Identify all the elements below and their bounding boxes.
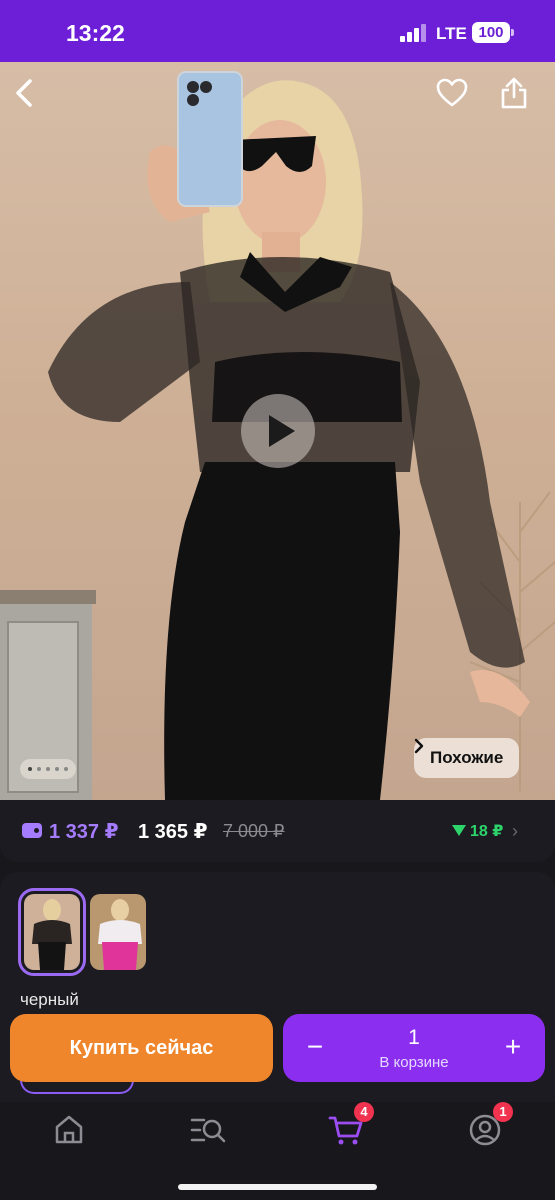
- play-video-button[interactable]: [241, 394, 315, 468]
- selected-color-label: черный: [20, 990, 79, 1009]
- status-bar: 13:22 LTE 100: [0, 0, 555, 62]
- color-thumb-pink[interactable]: [90, 894, 146, 970]
- status-time: 13:22: [66, 20, 125, 46]
- cart-badge: 4: [354, 1102, 374, 1122]
- back-button[interactable]: [12, 78, 56, 122]
- old-price: 7 000 ₽: [223, 821, 285, 841]
- catalog-search-icon: [190, 1118, 226, 1143]
- chevron-right-icon: ›: [512, 821, 518, 841]
- chevron-right-icon: [414, 738, 424, 754]
- tab-catalog-search[interactable]: [186, 1108, 230, 1152]
- similar-products-button[interactable]: Похожие: [414, 738, 520, 778]
- product-gallery[interactable]: Похожие: [0, 62, 555, 800]
- cashback-amount: 18 ₽: [470, 823, 504, 840]
- card-price: 1 337 ₽: [49, 821, 119, 843]
- cashback-arrow-icon: [452, 825, 466, 836]
- profile-badge: 1: [493, 1102, 513, 1122]
- gallery-pagination: [20, 759, 76, 779]
- heart-icon: [436, 78, 468, 107]
- signal-icon: [400, 24, 428, 42]
- tab-cart[interactable]: 4: [324, 1102, 374, 1152]
- buy-now-button[interactable]: Купить сейчас: [10, 1014, 273, 1082]
- similar-label: Похожие: [430, 748, 504, 767]
- current-price: 1 365 ₽: [138, 821, 208, 843]
- battery-icon: 100: [472, 22, 514, 43]
- share-icon: [501, 77, 527, 109]
- thumb-image: [90, 894, 146, 970]
- thumb-image: [24, 894, 80, 970]
- increase-quantity-button[interactable]: +: [495, 1030, 531, 1066]
- chevron-left-icon: [16, 79, 32, 107]
- home-indicator: [178, 1184, 377, 1190]
- share-button[interactable]: [500, 76, 544, 120]
- cart-quantity-control: − 1 В корзине +: [283, 1014, 545, 1082]
- home-icon: [55, 1115, 83, 1144]
- price-bar[interactable]: 1 337 ₽ 1 365 ₽ 7 000 ₽ 18 ₽ ›: [0, 800, 555, 862]
- wallet-icon: [22, 823, 42, 838]
- network-label: LTE: [436, 24, 467, 43]
- color-thumb-black[interactable]: [18, 888, 86, 976]
- favorite-button[interactable]: [436, 78, 480, 122]
- tab-profile[interactable]: 1: [463, 1102, 513, 1152]
- bottom-tab-bar: 4 1: [0, 1102, 555, 1200]
- tab-home[interactable]: [47, 1108, 91, 1152]
